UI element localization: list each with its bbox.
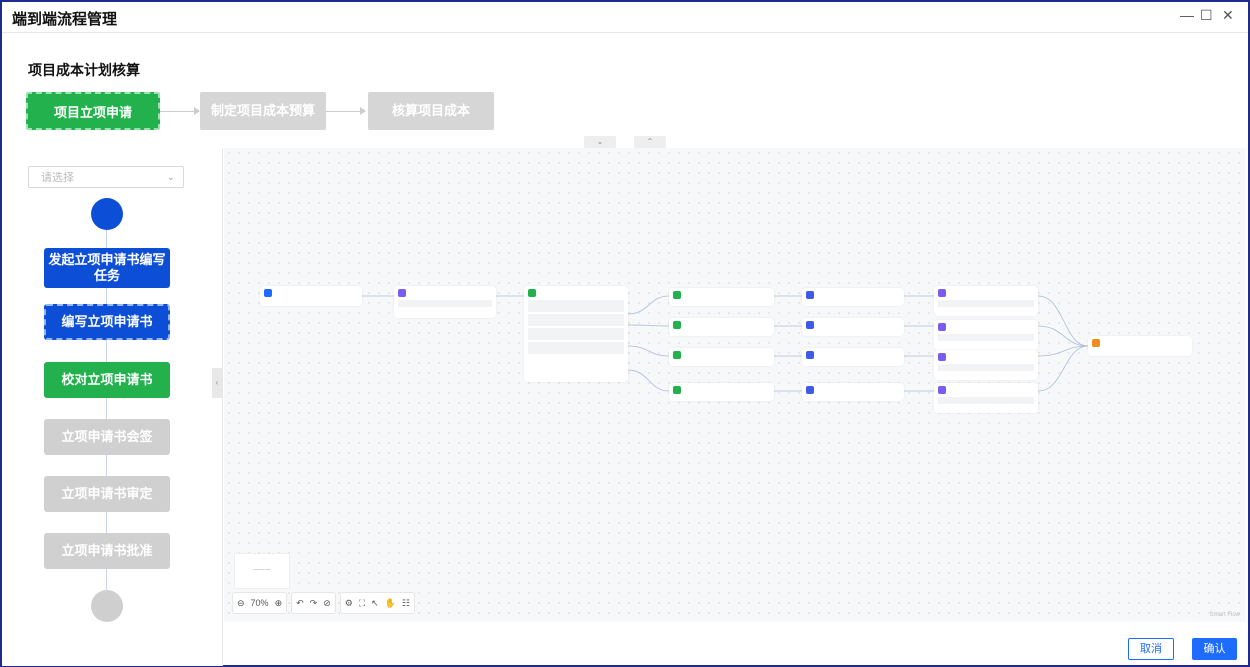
node-subline bbox=[938, 334, 1034, 341]
flow-node-review[interactable]: 立项申请书审定 bbox=[44, 476, 170, 512]
stage-project-application[interactable]: 项目立项申请 bbox=[26, 92, 160, 130]
process-node-sign-1[interactable] bbox=[934, 286, 1038, 316]
collapse-down-button[interactable]: ⌄ bbox=[584, 136, 616, 148]
dialog-footer: 取消 确认 bbox=[224, 624, 1246, 665]
form-icon bbox=[673, 321, 681, 329]
stage-cost-budget[interactable]: 制定项目成本预算 bbox=[200, 92, 326, 130]
redo-icon[interactable]: ↷ bbox=[310, 598, 318, 609]
process-node-sign-3[interactable] bbox=[934, 350, 1038, 380]
zoom-out-icon[interactable]: ⊖ bbox=[237, 598, 245, 609]
chevron-down-icon: ⌄ bbox=[166, 172, 175, 183]
zoom-level: 70% bbox=[250, 598, 269, 608]
review-icon bbox=[806, 386, 814, 394]
process-node-end[interactable] bbox=[1088, 336, 1192, 356]
stage-steps: 项目立项申请 制定项目成本预算 核算项目成本 bbox=[26, 92, 506, 132]
title-bar: 端到端流程管理 — ☐ ✕ bbox=[2, 2, 1248, 33]
process-node-initiate[interactable] bbox=[394, 286, 496, 318]
flow-node-approve[interactable]: 立项申请书批准 bbox=[44, 533, 170, 569]
form-icon bbox=[528, 289, 536, 297]
task-icon bbox=[398, 289, 406, 297]
minimize-icon[interactable]: — bbox=[1180, 7, 1194, 23]
form-icon bbox=[673, 351, 681, 359]
process-node-review-3[interactable] bbox=[802, 348, 904, 366]
canvas-toolbar: ⊖ 70% ⊕ ↶ ↷ ⊘ ⚙ ⛶ ↖ ✋ ☷ bbox=[232, 592, 415, 614]
review-icon bbox=[806, 351, 814, 359]
process-node-sign-4[interactable] bbox=[934, 383, 1038, 413]
node-subline bbox=[938, 300, 1034, 307]
process-canvas[interactable]: 一一一 ⊖ 70% ⊕ ↶ ↷ ⊘ ⚙ ⛶ ↖ ✋ ☷ Smart Flow bbox=[224, 148, 1246, 622]
start-icon bbox=[264, 289, 272, 297]
flow-node-proofread-application[interactable]: 校对立项申请书 bbox=[44, 362, 170, 398]
task-icon bbox=[938, 289, 946, 297]
close-icon[interactable]: ✕ bbox=[1222, 7, 1234, 24]
task-icon bbox=[938, 353, 946, 361]
flow-sidebar: 请选择 ⌄ 发起立项申请书编写任务 编写立项申请书 校对立项申请书 立项申请书会… bbox=[2, 148, 223, 666]
node-field bbox=[528, 328, 624, 340]
canvas-minimap[interactable]: 一一一 bbox=[234, 553, 290, 589]
process-node-review-4[interactable] bbox=[802, 383, 904, 401]
flow-end-node[interactable] bbox=[91, 590, 123, 622]
flow-node-initiate-task[interactable]: 发起立项申请书编写任务 bbox=[44, 248, 170, 288]
maximize-icon[interactable]: ☐ bbox=[1200, 7, 1213, 24]
undo-icon[interactable]: ↶ bbox=[296, 598, 304, 609]
arrow-right-icon bbox=[360, 107, 366, 115]
review-icon bbox=[806, 321, 814, 329]
settings-icon[interactable]: ⚙ bbox=[345, 598, 353, 609]
stage-connector bbox=[160, 111, 194, 112]
task-icon bbox=[938, 323, 946, 331]
fit-view-icon[interactable]: ⛶ bbox=[359, 598, 365, 609]
clear-icon[interactable]: ⊘ bbox=[323, 598, 331, 609]
node-field bbox=[528, 314, 624, 326]
review-icon bbox=[806, 291, 814, 299]
process-node-branch-3[interactable] bbox=[669, 348, 774, 366]
canvas-watermark: Smart Flow bbox=[1209, 612, 1240, 618]
stage-cost-accounting[interactable]: 核算项目成本 bbox=[368, 92, 494, 130]
process-node-branch-4[interactable] bbox=[669, 383, 774, 401]
flow-select[interactable]: 请选择 ⌄ bbox=[28, 166, 184, 188]
dialog-window: 端到端流程管理 — ☐ ✕ 项目成本计划核算 项目立项申请 制定项目成本预算 核… bbox=[0, 0, 1250, 667]
form-icon bbox=[673, 291, 681, 299]
node-field bbox=[528, 342, 624, 354]
view-controls: ⚙ ⛶ ↖ ✋ ☷ bbox=[339, 592, 415, 614]
node-subline bbox=[398, 300, 492, 307]
flow-start-node[interactable] bbox=[91, 198, 123, 230]
process-node-sign-2[interactable] bbox=[934, 320, 1038, 350]
confirm-button[interactable]: 确认 bbox=[1192, 638, 1237, 660]
pointer-icon[interactable]: ↖ bbox=[371, 598, 379, 609]
process-node-start[interactable] bbox=[260, 286, 362, 306]
cancel-button[interactable]: 取消 bbox=[1128, 638, 1174, 660]
process-node-review-2[interactable] bbox=[802, 318, 904, 336]
flow-node-countersign[interactable]: 立项申请书会签 bbox=[44, 419, 170, 455]
end-icon bbox=[1092, 339, 1100, 347]
zoom-controls: ⊖ 70% ⊕ bbox=[232, 592, 288, 614]
process-node-branch-2[interactable] bbox=[669, 318, 774, 336]
process-node-review-1[interactable] bbox=[802, 288, 904, 306]
history-controls: ↶ ↷ ⊘ bbox=[291, 592, 336, 614]
form-icon bbox=[673, 386, 681, 394]
collapse-up-button[interactable]: ⌃ bbox=[634, 136, 666, 148]
sidebar-toggle-handle[interactable]: ‹ bbox=[212, 368, 222, 398]
node-subline bbox=[938, 364, 1034, 371]
task-icon bbox=[938, 386, 946, 394]
layout-icon[interactable]: ☷ bbox=[402, 598, 410, 609]
stage-connector bbox=[326, 111, 360, 112]
select-placeholder: 请选择 bbox=[41, 172, 74, 184]
window-title: 端到端流程管理 bbox=[12, 11, 118, 28]
hand-icon[interactable]: ✋ bbox=[385, 598, 396, 609]
zoom-in-icon[interactable]: ⊕ bbox=[275, 598, 283, 609]
page-title: 项目成本计划核算 bbox=[28, 62, 140, 78]
process-node-branch-1[interactable] bbox=[669, 288, 774, 306]
node-field bbox=[528, 300, 624, 312]
node-subline bbox=[938, 397, 1034, 404]
process-node-write[interactable] bbox=[524, 286, 628, 382]
flow-node-write-application[interactable]: 编写立项申请书 bbox=[44, 304, 170, 340]
